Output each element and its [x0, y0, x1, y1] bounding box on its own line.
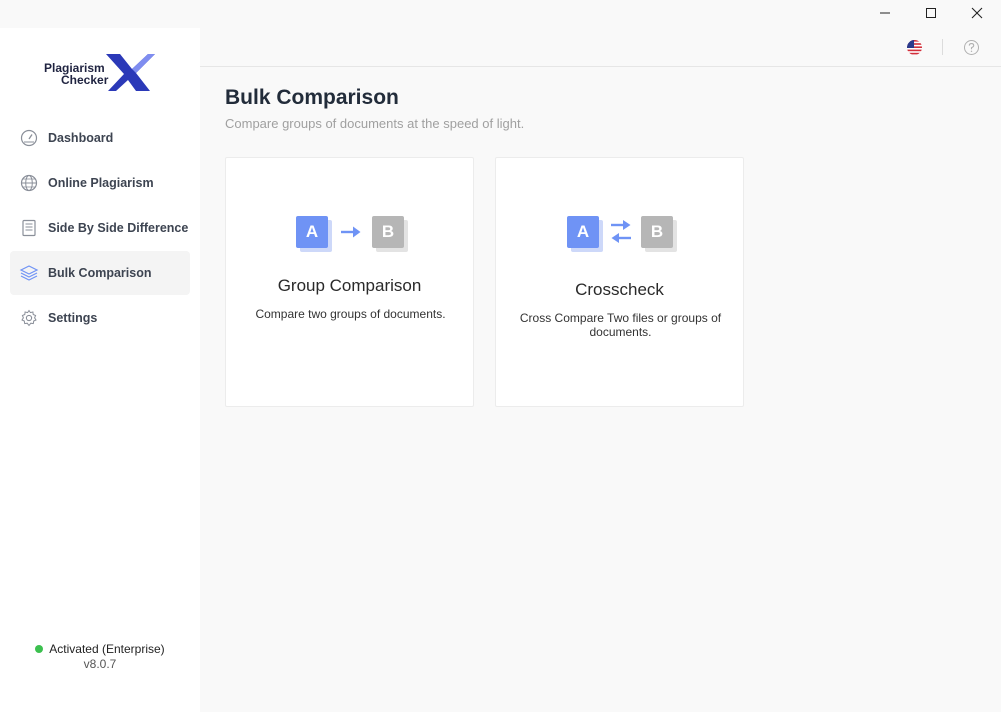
card-title: Group Comparison — [277, 276, 422, 295]
sidebar-item-settings[interactable]: Settings — [10, 296, 190, 340]
sidebar-item-label: Side By Side Difference — [48, 221, 189, 235]
swap-arrows-icon — [611, 220, 631, 243]
arrow-right-icon — [341, 226, 361, 238]
box-a-icon: A — [567, 216, 599, 248]
group-comparison-icon: A B — [226, 214, 473, 254]
sidebar-item-label: Bulk Comparison — [48, 266, 152, 280]
app-logo: Plagiarism Checker — [40, 50, 160, 96]
minimize-button[interactable] — [862, 0, 908, 26]
maximize-icon — [926, 8, 936, 18]
document-icon — [19, 218, 39, 238]
sidebar-nav: Dashboard Online Plagiarism Side By Side… — [10, 116, 190, 341]
page-title: Bulk Comparison — [225, 86, 399, 109]
activation-status: Activated (Enterprise) v8.0.7 — [0, 642, 200, 671]
help-icon[interactable] — [963, 39, 980, 56]
sidebar-item-side-by-side-difference[interactable]: Side By Side Difference — [10, 206, 190, 250]
gear-icon — [19, 308, 39, 328]
status-dot-icon — [35, 645, 44, 653]
logo-x-mark-icon — [106, 54, 155, 91]
page-subtitle: Compare groups of documents at the speed… — [225, 116, 525, 131]
group-comparison-card[interactable]: A B Group Comparison Compare two groups … — [225, 157, 474, 407]
sidebar: Plagiarism Checker Dashboard Online Plag… — [0, 28, 200, 712]
maximize-button[interactable] — [908, 0, 954, 26]
card-description: Compare two groups of documents. — [255, 307, 446, 321]
box-b-icon: B — [372, 216, 404, 248]
box-a-icon: A — [296, 216, 328, 248]
layers-icon — [19, 263, 39, 283]
sidebar-item-dashboard[interactable]: Dashboard — [10, 116, 190, 160]
sidebar-item-label: Settings — [48, 311, 98, 325]
activation-text: Activated (Enterprise) — [49, 642, 165, 656]
window-titlebar — [0, 0, 1001, 28]
crosscheck-icon: A B — [496, 214, 743, 254]
sidebar-item-bulk-comparison[interactable]: Bulk Comparison — [10, 251, 190, 295]
us-flag-icon[interactable] — [907, 40, 922, 55]
crosscheck-card[interactable]: A B Crosscheck Cross Compare Two files o… — [495, 157, 744, 407]
version-label: v8.0.7 — [83, 657, 117, 671]
close-button[interactable] — [954, 0, 1000, 26]
sidebar-item-label: Online Plagiarism — [48, 176, 154, 190]
minimize-icon — [880, 12, 890, 14]
sidebar-item-online-plagiarism[interactable]: Online Plagiarism — [10, 161, 190, 205]
card-title: Crosscheck — [575, 280, 664, 299]
card-description: Cross Compare Two files or groups of doc… — [519, 311, 722, 339]
globe-icon — [19, 173, 39, 193]
topbar — [200, 28, 1001, 67]
gauge-icon — [19, 128, 39, 148]
sidebar-item-label: Dashboard — [48, 131, 114, 145]
close-icon — [971, 7, 983, 19]
topbar-divider — [942, 39, 943, 55]
box-b-icon: B — [641, 216, 673, 248]
